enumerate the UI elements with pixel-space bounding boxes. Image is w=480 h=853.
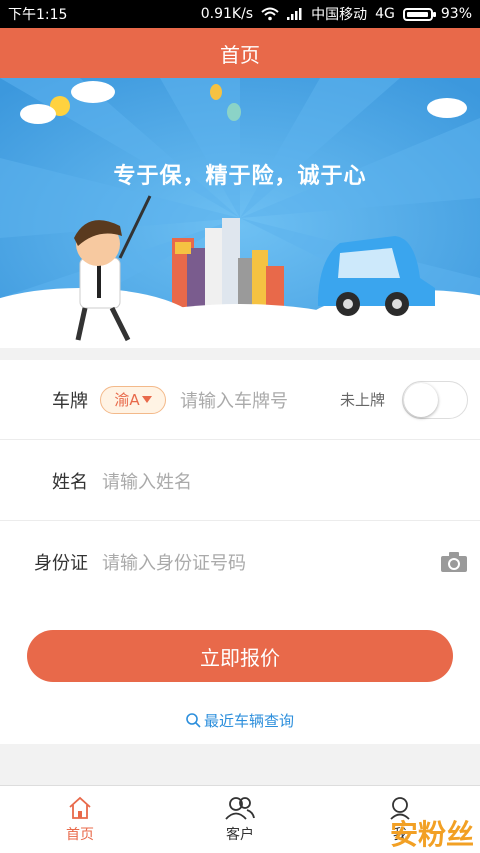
wifi-icon	[261, 7, 279, 21]
plate-prefix-value: 渝A	[114, 391, 140, 409]
customers-icon	[225, 796, 255, 820]
profile-icon	[390, 796, 410, 820]
tab-customers-label: 客户	[226, 826, 254, 843]
unplated-toggle[interactable]	[402, 380, 468, 419]
battery-level: 93%	[440, 6, 472, 22]
status-right: 0.91K/s 中国移动 4G 93%	[201, 4, 472, 24]
banner: 专于保，精于险，诚于心	[0, 78, 480, 348]
plate-row: 车牌 渝A 请输入车牌号 未上牌	[0, 360, 480, 440]
status-bar: 下午1:15 0.91K/s 中国移动 4G 93%	[0, 0, 480, 28]
carrier: 中国移动	[311, 7, 368, 23]
status-time: 下午1:15	[8, 7, 68, 23]
recent-vehicles-label: 最近车辆查询	[203, 712, 294, 730]
plate-prefix-select[interactable]: 渝A	[100, 385, 166, 414]
id-label: 身份证	[34, 553, 88, 574]
nav-bar: 首页	[0, 28, 480, 78]
camera-icon[interactable]	[440, 551, 468, 573]
tab-home-label: 首页	[66, 826, 94, 843]
quote-form: 车牌 渝A 请输入车牌号 未上牌 姓名 请输入姓名 身份证 请输入身份证号码 立…	[0, 360, 480, 744]
id-input[interactable]: 请输入身份证号码	[102, 549, 246, 575]
home-icon	[69, 796, 91, 819]
quote-button[interactable]: 立即报价	[27, 630, 453, 682]
toggle-knob	[404, 382, 438, 417]
name-input[interactable]: 请输入姓名	[102, 468, 192, 494]
battery-icon	[402, 7, 436, 21]
name-row: 姓名 请输入姓名	[0, 441, 480, 521]
network-speed: 0.91K/s	[200, 6, 254, 22]
plate-input[interactable]: 请输入车牌号	[180, 387, 288, 413]
banner-slogan: 专于保，精于险，诚于心	[113, 164, 367, 189]
tab-home[interactable]: 首页	[0, 786, 160, 853]
caret-down-icon	[141, 396, 152, 403]
plate-label: 车牌	[52, 390, 88, 412]
page-title: 首页	[220, 42, 260, 67]
banner-illustration	[0, 78, 480, 348]
id-row: 身份证 请输入身份证号码	[0, 522, 480, 602]
tab-profile[interactable]: 我	[320, 786, 480, 853]
recent-vehicles-link[interactable]: 最近车辆查询	[0, 710, 480, 731]
network-type: 4G	[375, 6, 395, 22]
name-label: 姓名	[52, 471, 88, 493]
tab-customers[interactable]: 客户	[160, 786, 320, 853]
unplated-label: 未上牌	[339, 391, 385, 409]
search-icon	[186, 713, 201, 728]
tab-profile-label: 我	[393, 826, 407, 843]
signal-icon	[287, 8, 302, 20]
tab-bar: 首页 客户 我	[0, 785, 480, 853]
